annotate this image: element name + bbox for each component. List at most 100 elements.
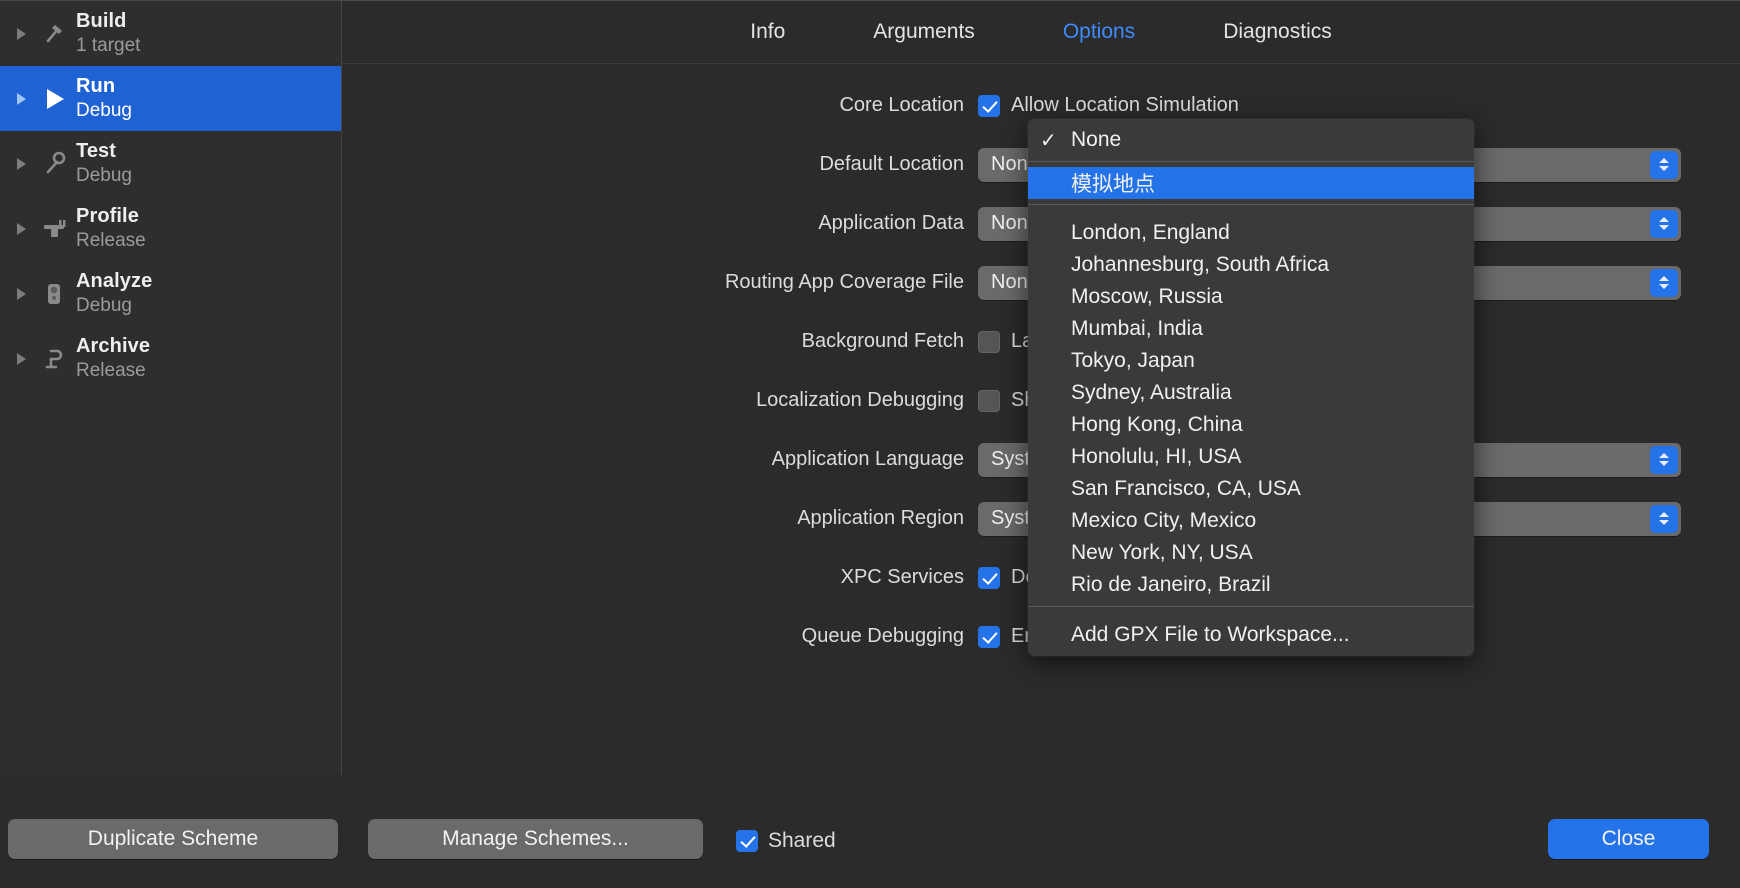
label-queue-debugging: Queue Debugging: [342, 625, 978, 648]
scheme-editor-window: Build 1 target Run Debug: [0, 0, 1740, 888]
menu-separator: [1028, 204, 1474, 205]
checkbox-background-fetch[interactable]: [978, 331, 1000, 353]
label-localization-debugging: Localization Debugging: [342, 389, 978, 412]
sidebar-item-title: Test: [76, 140, 132, 164]
wrench-icon: [32, 149, 76, 179]
menu-item-label: 模拟地点: [1068, 168, 1155, 198]
tab-info[interactable]: Info: [706, 20, 829, 44]
manage-schemes-button[interactable]: Manage Schemes...: [368, 819, 703, 859]
sidebar-item-archive[interactable]: Archive Release: [0, 326, 341, 391]
disclosure-triangle-icon[interactable]: [10, 93, 32, 105]
menu-item-label: Tokyo, Japan: [1068, 349, 1195, 373]
label-shared: Shared: [768, 829, 836, 853]
menu-item-label: Mumbai, India: [1068, 317, 1203, 341]
checkbox-allow-location-simulation[interactable]: [978, 95, 1000, 117]
sidebar-item-subtitle: Debug: [76, 295, 152, 317]
checkbox-show-non-localized-strings[interactable]: [978, 390, 1000, 412]
disclosure-triangle-icon[interactable]: [10, 288, 32, 300]
label-background-fetch: Background Fetch: [342, 330, 978, 353]
label-allow-location-simulation: Allow Location Simulation: [1011, 94, 1239, 117]
menu-item-city[interactable]: Tokyo, Japan: [1028, 345, 1474, 377]
sidebar-item-title: Analyze: [76, 270, 152, 294]
sidebar-item-subtitle: Release: [76, 230, 146, 252]
menu-item-label: Moscow, Russia: [1068, 285, 1223, 309]
menu-item-city[interactable]: San Francisco, CA, USA: [1028, 473, 1474, 505]
sidebar-item-title: Run: [76, 75, 132, 99]
tab-bar: Info Arguments Options Diagnostics: [342, 1, 1740, 64]
tab-arguments[interactable]: Arguments: [829, 20, 1019, 44]
hammer-icon: [32, 19, 76, 49]
menu-item-label: Johannesburg, South Africa: [1068, 253, 1329, 277]
sidebar-item-subtitle: 1 target: [76, 35, 140, 57]
menu-item-label: None: [1068, 128, 1121, 152]
sidebar-item-subtitle: Debug: [76, 165, 132, 187]
label-routing-app-coverage-file: Routing App Coverage File: [342, 271, 978, 294]
default-location-dropdown-menu[interactable]: ✓ None 模拟地点 London, England Johannesburg…: [1028, 119, 1474, 656]
disclosure-triangle-icon[interactable]: [10, 353, 32, 365]
menu-item-label: Mexico City, Mexico: [1068, 509, 1256, 533]
chevron-up-down-icon[interactable]: [1650, 446, 1678, 474]
close-button[interactable]: Close: [1548, 819, 1709, 859]
label-application-language: Application Language: [342, 448, 978, 471]
menu-item-city[interactable]: Honolulu, HI, USA: [1028, 441, 1474, 473]
menu-item-city[interactable]: Johannesburg, South Africa: [1028, 249, 1474, 281]
menu-item-city[interactable]: Rio de Janeiro, Brazil: [1028, 569, 1474, 601]
menu-separator: [1028, 606, 1474, 607]
label-xpc-services: XPC Services: [342, 566, 978, 589]
menu-item-label: Hong Kong, China: [1068, 413, 1243, 437]
menu-item-custom-location[interactable]: 模拟地点: [1028, 167, 1474, 199]
menu-item-label: San Francisco, CA, USA: [1068, 477, 1301, 501]
sidebar-item-title: Archive: [76, 335, 150, 359]
menu-item-label: Rio de Janeiro, Brazil: [1068, 573, 1271, 597]
label-application-region: Application Region: [342, 507, 978, 530]
label-core-location: Core Location: [342, 94, 978, 117]
chevron-up-down-icon[interactable]: [1650, 269, 1678, 297]
tab-diagnostics[interactable]: Diagnostics: [1179, 20, 1376, 44]
archive-icon: [32, 344, 76, 374]
menu-item-city[interactable]: Moscow, Russia: [1028, 281, 1474, 313]
menu-item-city[interactable]: Mexico City, Mexico: [1028, 505, 1474, 537]
checkbox-debug-xpc-services[interactable]: [978, 567, 1000, 589]
checkmark-icon: ✓: [1040, 128, 1068, 153]
disclosure-triangle-icon[interactable]: [10, 28, 32, 40]
content-region: Build 1 target Run Debug: [0, 0, 1740, 775]
sidebar-item-build[interactable]: Build 1 target: [0, 1, 341, 66]
menu-spacer: [1028, 210, 1474, 217]
sidebar-item-subtitle: Debug: [76, 100, 132, 122]
menu-item-label: New York, NY, USA: [1068, 541, 1253, 565]
menu-item-label: London, England: [1068, 221, 1230, 245]
play-icon: [32, 84, 76, 114]
sidebar-item-title: Profile: [76, 205, 146, 229]
menu-item-label: Sydney, Australia: [1068, 381, 1232, 405]
sidebar-item-test[interactable]: Test Debug: [0, 131, 341, 196]
shared-checkbox-group[interactable]: Shared: [736, 829, 836, 853]
disclosure-triangle-icon[interactable]: [10, 223, 32, 235]
label-default-location: Default Location: [342, 153, 978, 176]
chevron-up-down-icon[interactable]: [1650, 151, 1678, 179]
sidebar-item-analyze[interactable]: Analyze Debug: [0, 261, 341, 326]
disclosure-triangle-icon[interactable]: [10, 158, 32, 170]
magnify-icon: [32, 279, 76, 309]
menu-spacer: [1028, 612, 1474, 619]
sidebar-item-profile[interactable]: Profile Release: [0, 196, 341, 261]
checkbox-enable-backtrace-recording[interactable]: [978, 626, 1000, 648]
chevron-up-down-icon[interactable]: [1650, 505, 1678, 533]
sidebar-item-run[interactable]: Run Debug: [0, 66, 341, 131]
menu-item-city[interactable]: Hong Kong, China: [1028, 409, 1474, 441]
menu-item-add-gpx-file[interactable]: Add GPX File to Workspace...: [1028, 619, 1474, 651]
scheme-actions-sidebar: Build 1 target Run Debug: [0, 0, 342, 775]
menu-item-label: Honolulu, HI, USA: [1068, 445, 1241, 469]
gauge-icon: [32, 214, 76, 244]
chevron-up-down-icon[interactable]: [1650, 210, 1678, 238]
duplicate-scheme-button[interactable]: Duplicate Scheme: [8, 819, 338, 859]
tab-options[interactable]: Options: [1019, 20, 1179, 44]
menu-item-city[interactable]: New York, NY, USA: [1028, 537, 1474, 569]
menu-item-city[interactable]: Sydney, Australia: [1028, 377, 1474, 409]
menu-item-city[interactable]: London, England: [1028, 217, 1474, 249]
menu-item-none[interactable]: ✓ None: [1028, 124, 1474, 156]
menu-separator: [1028, 161, 1474, 162]
sidebar-item-subtitle: Release: [76, 360, 150, 382]
menu-item-city[interactable]: Mumbai, India: [1028, 313, 1474, 345]
checkbox-shared[interactable]: [736, 830, 758, 852]
menu-item-label: Add GPX File to Workspace...: [1068, 623, 1350, 647]
